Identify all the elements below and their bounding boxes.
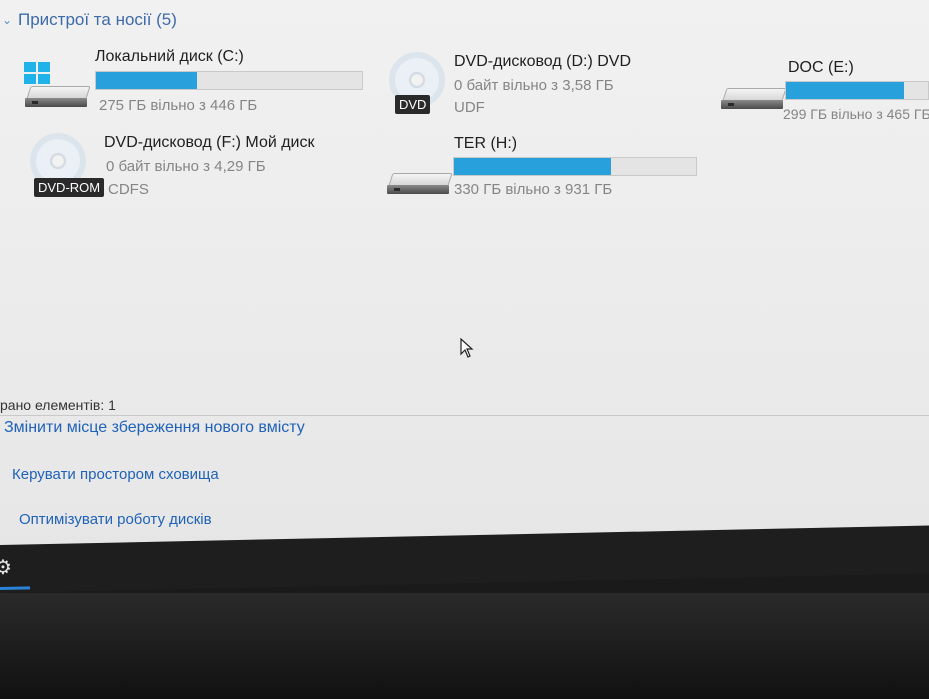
dvd-badge: DVD <box>395 95 431 114</box>
drive-name: TER (H:) <box>454 135 518 152</box>
drive-usage-bar <box>453 157 697 176</box>
drive-usage-fill <box>96 72 198 89</box>
drive-name: DOC (E:) <box>788 59 854 76</box>
status-bar-text: рано елементів: 1 <box>0 397 116 413</box>
drive-name: DVD-дисковод (D:) DVD <box>454 53 631 70</box>
optimize-drives-link[interactable]: Оптимізувати роботу дисків <box>19 511 212 528</box>
hard-drive-icon <box>24 58 94 118</box>
drive-f[interactable]: DVD-ROM DVD-дисковод (F:) Мой диск 0 бай… <box>0 125 380 205</box>
drive-c[interactable]: Локальний диск (C:) 275 ГБ вільно з 446 … <box>0 0 380 120</box>
drive-filesystem: CDFS <box>108 181 149 198</box>
drive-d[interactable]: DVD DVD-дисковод (D:) DVD 0 байт вільно … <box>385 0 715 120</box>
drive-usage-bar <box>785 81 929 100</box>
drive-e[interactable]: DOC (E:) 299 ГБ вільно з 465 ГБ <box>720 0 929 130</box>
file-explorer-window: ⌄ Пристрої та носії (5) Локальний диск (… <box>0 0 929 560</box>
drive-usage-bar <box>95 71 363 90</box>
hard-drive-icon <box>387 173 453 203</box>
drive-name: DVD-дисковод (F:) Мой диск <box>104 134 315 151</box>
drive-free-space: 275 ГБ вільно з 446 ГБ <box>99 97 258 114</box>
manage-storage-space-link[interactable]: Керувати простором сховища <box>12 466 219 483</box>
drive-free-space: 0 байт вільно з 3,58 ГБ <box>454 77 614 94</box>
mouse-cursor-icon <box>460 338 474 358</box>
active-indicator <box>0 586 30 590</box>
dvd-rom-badge: DVD-ROM <box>34 178 105 197</box>
windows-logo-icon <box>24 62 50 84</box>
drive-usage-fill <box>786 82 904 99</box>
drive-filesystem: UDF <box>454 99 485 116</box>
drive-free-space: 299 ГБ вільно з 465 ГБ <box>783 106 929 122</box>
drive-name: Локальний диск (C:) <box>95 48 244 65</box>
change-storage-location-link[interactable]: Змінити місце збереження нового вмісту <box>4 419 305 437</box>
gear-icon[interactable]: ⚙ <box>0 555 12 580</box>
drive-free-space: 0 байт вільно з 4,29 ГБ <box>106 158 266 175</box>
drive-h[interactable]: TER (H:) 330 ГБ вільно з 931 ГБ <box>385 125 715 205</box>
monitor-bezel <box>0 593 929 699</box>
hard-drive-icon <box>721 88 787 118</box>
drive-free-space: 330 ГБ вільно з 931 ГБ <box>454 181 613 198</box>
drive-usage-fill <box>454 158 612 175</box>
divider <box>0 415 929 416</box>
